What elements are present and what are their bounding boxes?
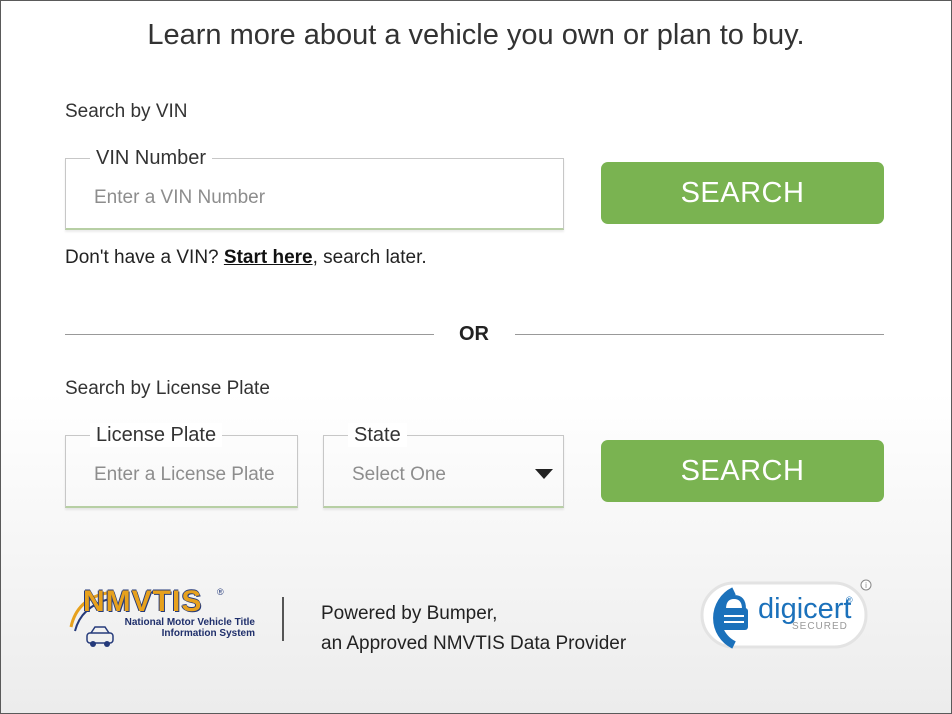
powered-by-text: Powered by Bumper, an Approved NMVTIS Da…: [321, 599, 626, 659]
plate-search-button[interactable]: SEARCH: [601, 440, 884, 502]
vin-help-suffix: , search later.: [312, 247, 427, 268]
vin-search-button[interactable]: SEARCH: [601, 162, 884, 224]
or-divider-text: OR: [459, 323, 489, 345]
svg-text:i: i: [865, 581, 867, 590]
vin-section-label: Search by VIN: [65, 101, 188, 122]
nmvtis-logo: NMVTIS ® National Motor Vehicle Title In…: [67, 585, 255, 651]
nmvtis-logo-text: NMVTIS: [83, 585, 203, 618]
license-plate-field[interactable]: License Plate Enter a License Plate: [65, 423, 298, 508]
license-plate-input[interactable]: Enter a License Plate: [94, 464, 275, 486]
footer-separator: [282, 597, 284, 641]
divider-left: [65, 334, 434, 335]
license-plate-legend: License Plate: [90, 423, 223, 447]
powered-by-line-2: an Approved NMVTIS Data Provider: [321, 633, 627, 654]
state-selected-value[interactable]: Select One: [352, 464, 446, 486]
digicert-seal[interactable]: i digicert ® SECURED: [696, 575, 876, 651]
nmvtis-subtitle-line-2: Information System: [161, 628, 255, 639]
powered-by-line-1: Powered by Bumper,: [321, 603, 498, 624]
digicert-registered-mark: ®: [846, 595, 853, 605]
nmvtis-registered-mark: ®: [217, 587, 224, 597]
state-select[interactable]: State Select One: [323, 423, 564, 508]
vehicle-search-panel: Learn more about a vehicle you own or pl…: [0, 0, 952, 714]
nmvtis-subtitle: National Motor Vehicle Title Information…: [85, 617, 255, 639]
divider-right: [515, 334, 884, 335]
lock-body: [720, 608, 748, 630]
vin-help-text: Don't have a VIN? Start here, search lat…: [65, 247, 427, 269]
vin-help-prefix: Don't have a VIN?: [65, 247, 224, 268]
vin-field-legend: VIN Number: [90, 146, 213, 170]
digicert-secured-label: SECURED: [792, 621, 848, 632]
vin-field[interactable]: VIN Number Enter a VIN Number: [65, 146, 564, 230]
page-title: Learn more about a vehicle you own or pl…: [147, 19, 805, 51]
state-legend: State: [348, 423, 407, 447]
plate-section-label: Search by License Plate: [65, 378, 270, 399]
nmvtis-subtitle-line-1: National Motor Vehicle Title: [124, 617, 255, 628]
vin-input[interactable]: Enter a VIN Number: [94, 187, 265, 209]
start-here-link[interactable]: Start here: [224, 247, 313, 268]
chevron-down-icon[interactable]: [535, 469, 553, 479]
